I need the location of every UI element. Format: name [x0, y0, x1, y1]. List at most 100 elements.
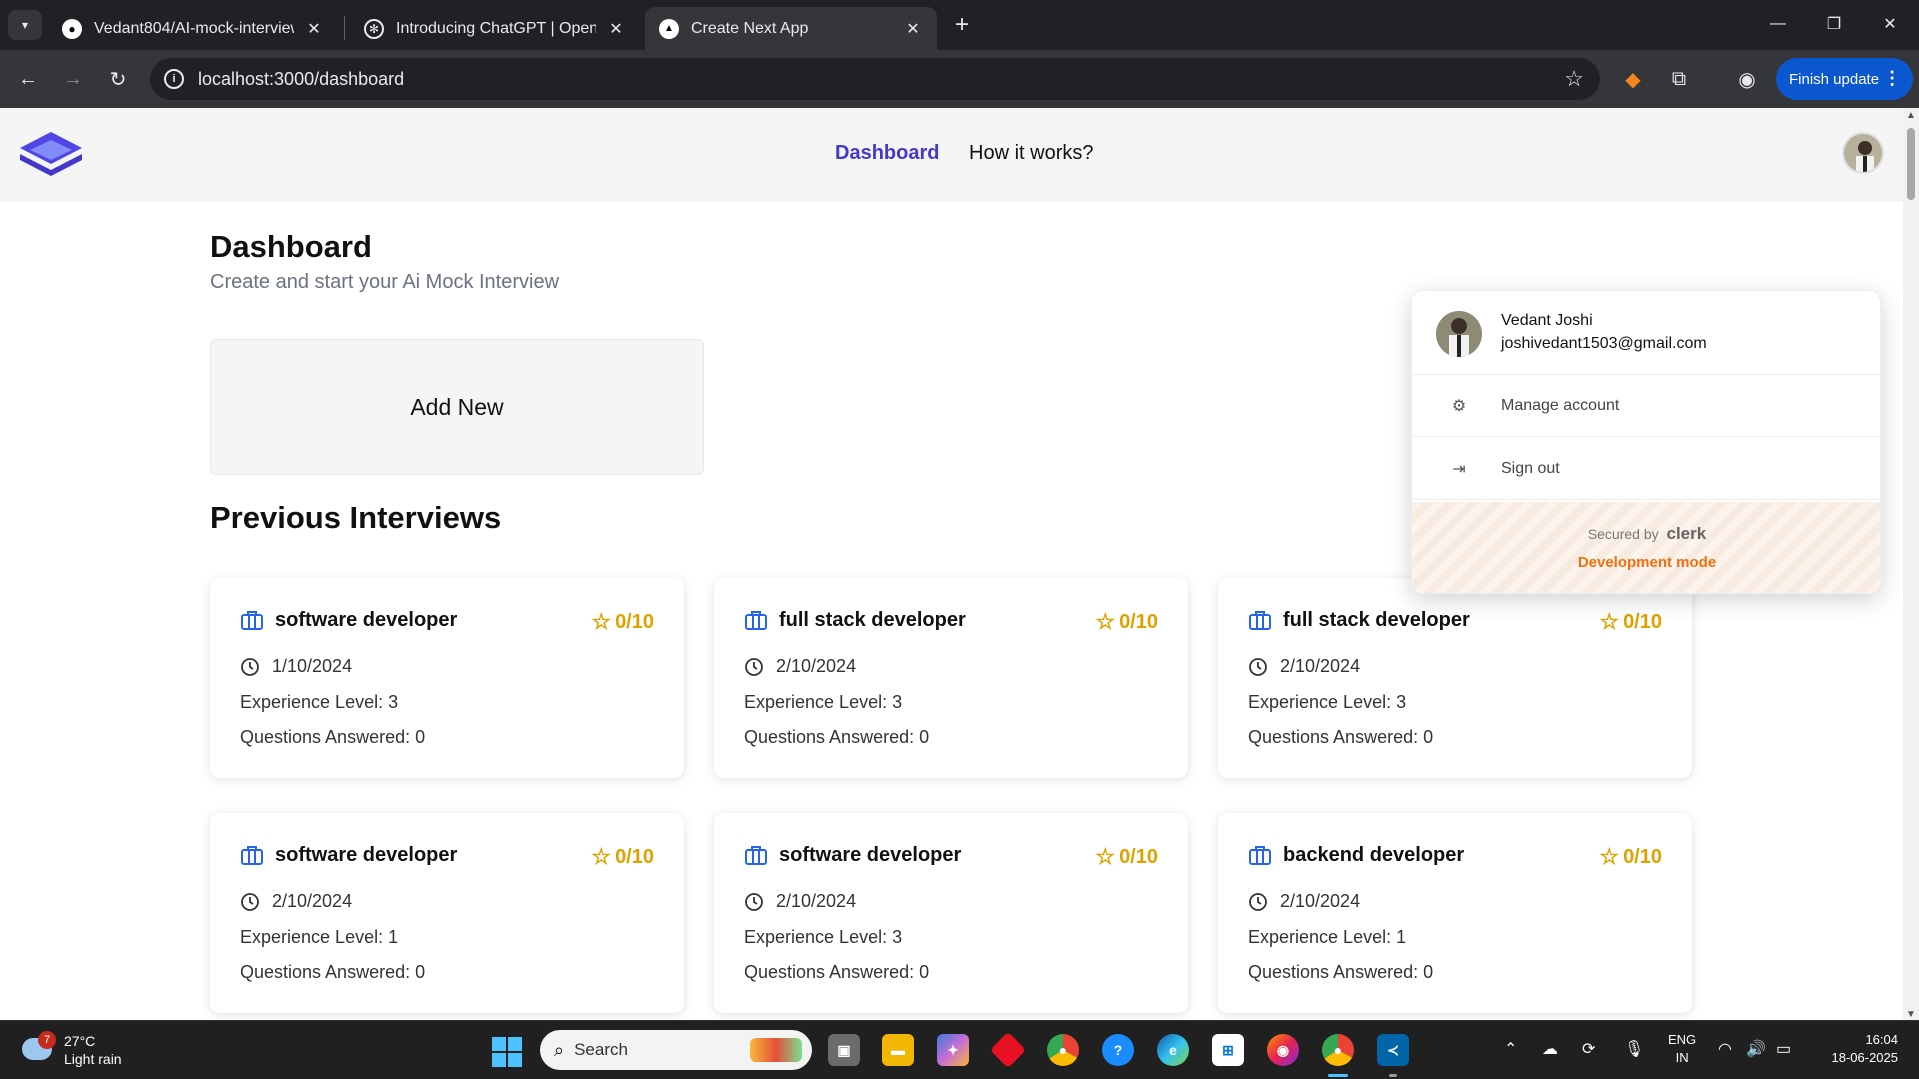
tab-title: Create Next App	[691, 19, 809, 37]
address-bar[interactable]: i localhost:3000/dashboard ☆	[150, 58, 1600, 100]
manage-account-button[interactable]: ⚙ Manage account	[1412, 375, 1880, 437]
help-app-icon[interactable]: ?	[1102, 1034, 1134, 1066]
close-icon[interactable]: ✕	[606, 19, 626, 39]
chevron-up-icon[interactable]: ⌃	[1504, 1039, 1517, 1059]
nav-how-it-works[interactable]: How it works?	[969, 142, 1093, 165]
interview-rating: ☆ 0/10	[1095, 844, 1158, 870]
firefox-icon[interactable]: ◉	[1267, 1034, 1299, 1066]
scrollbar-thumb[interactable]	[1907, 128, 1915, 200]
weather-widget[interactable]: 7 27°C Light rain	[20, 1031, 160, 1071]
page-title: Dashboard	[210, 229, 372, 264]
interview-role: software developer	[275, 608, 458, 631]
star-icon: ☆	[1095, 844, 1116, 869]
rating-value: 0/10	[615, 610, 654, 633]
new-tab-button[interactable]: +	[948, 11, 976, 39]
taskbar-search-box[interactable]: ⌕ Search	[540, 1030, 812, 1070]
nextjs-icon: ▲	[659, 18, 679, 39]
secured-by-label: Secured by	[1587, 526, 1659, 542]
interview-rating: ☆ 0/10	[1599, 609, 1662, 635]
close-icon[interactable]: ✕	[304, 19, 324, 39]
tab-title: Introducing ChatGPT | OpenAI	[396, 19, 596, 37]
briefcase-icon	[745, 846, 767, 865]
clock-icon	[1249, 657, 1267, 676]
user-email: joshivedant1503@gmail.com	[1501, 335, 1707, 352]
sign-out-icon: ⇥	[1452, 460, 1466, 478]
interview-card[interactable]: software developer ☆ 0/10 2/10/2024 Exper…	[210, 813, 684, 1013]
more-vert-icon[interactable]: ⋮	[1883, 68, 1901, 89]
interview-role: full stack developer	[779, 608, 966, 631]
interview-card[interactable]: software developer ☆ 0/10 2/10/2024 Exper…	[714, 813, 1188, 1013]
forward-button[interactable]: →	[58, 64, 88, 94]
page-scrollbar[interactable]: ▲ ▼	[1903, 108, 1919, 1020]
user-avatar-button[interactable]	[1842, 132, 1884, 174]
interview-card[interactable]: software developer ☆ 0/10 1/10/2024 Exper…	[210, 578, 684, 778]
tab-create-next-app[interactable]: ▲ Create Next App ✕	[645, 7, 937, 50]
add-new-interview-button[interactable]: Add New	[210, 339, 704, 475]
gear-icon: ⚙	[1451, 397, 1467, 415]
edge-icon[interactable]: e	[1157, 1034, 1189, 1066]
sign-out-button[interactable]: ⇥ Sign out	[1412, 438, 1880, 500]
clerk-logo[interactable]: clerk	[1667, 524, 1707, 543]
tab-github[interactable]: ● Vedant804/AI-mock-interview-w ✕	[48, 7, 338, 50]
interview-role: full stack developer	[1283, 608, 1470, 631]
briefcase-icon	[745, 611, 767, 630]
scroll-down-icon[interactable]: ▼	[1906, 1009, 1916, 1020]
task-view-icon[interactable]: ▣	[828, 1034, 860, 1066]
rating-value: 0/10	[1623, 845, 1662, 868]
experience-level: Experience Level: 1	[1248, 927, 1407, 947]
system-clock[interactable]: 16:04 18-06-2025	[1818, 1031, 1899, 1067]
close-window-button[interactable]: ✕	[1870, 8, 1910, 40]
language-indicator[interactable]: ENG IN	[1668, 1031, 1696, 1067]
battery-icon[interactable]: ▭	[1776, 1039, 1791, 1059]
page-subtitle: Create and start your Ai Mock Interview	[210, 271, 560, 293]
rating-value: 0/10	[615, 845, 654, 868]
tab-search-button[interactable]: ▾	[8, 10, 42, 40]
interview-role: software developer	[275, 843, 458, 866]
weather-badge: 7	[38, 1031, 56, 1049]
star-icon: ☆	[591, 609, 612, 634]
microphone-icon[interactable]: 🎙	[1624, 1039, 1644, 1059]
user-menu-popover: Vedant Joshi joshivedant1503@gmail.com ⚙…	[1411, 290, 1881, 594]
bookmark-star-icon[interactable]: ☆	[1564, 66, 1584, 92]
questions-answered: Questions Answered: 0	[744, 727, 930, 747]
questions-answered: Questions Answered: 0	[1248, 727, 1434, 747]
interview-card[interactable]: full stack developer ☆ 0/10 2/10/2024 Exp…	[1218, 578, 1692, 778]
sync-icon[interactable]: ⟳	[1582, 1039, 1595, 1059]
wifi-icon[interactable]: ◠	[1718, 1039, 1732, 1059]
profile-icon[interactable]: ◉	[1732, 64, 1762, 94]
development-mode-badge: Development mode	[1577, 554, 1717, 571]
red-diamond-app-icon[interactable]	[989, 1031, 1027, 1069]
chrome-icon[interactable]: ●	[1047, 1034, 1079, 1066]
interview-card[interactable]: full stack developer ☆ 0/10 2/10/2024 Exp…	[714, 578, 1188, 778]
scroll-up-icon[interactable]: ▲	[1906, 110, 1916, 121]
file-explorer-icon[interactable]: ▬	[882, 1034, 914, 1066]
minimize-button[interactable]: —	[1758, 8, 1798, 40]
volume-icon[interactable]: 🔊	[1746, 1039, 1766, 1059]
vscode-icon[interactable]: ≺	[1377, 1034, 1409, 1066]
questions-answered: Questions Answered: 0	[744, 962, 930, 982]
app-logo-icon[interactable]	[18, 130, 84, 180]
windows-start-icon[interactable]	[492, 1037, 522, 1067]
microsoft-store-icon[interactable]: ⊞	[1212, 1034, 1244, 1066]
manage-account-label: Manage account	[1501, 396, 1620, 414]
nav-dashboard[interactable]: Dashboard	[835, 142, 939, 165]
interview-date: 1/10/2024	[272, 656, 353, 676]
onedrive-cloud-icon[interactable]: ☁	[1542, 1039, 1558, 1059]
finish-update-button[interactable]: Finish update ⋮	[1776, 58, 1914, 100]
tab-openai[interactable]: ✻ Introducing ChatGPT | OpenAI ✕	[350, 7, 640, 50]
metamask-extension-icon[interactable]: ◆	[1618, 64, 1648, 94]
clock-icon	[241, 892, 259, 911]
back-button[interactable]: ←	[13, 64, 43, 94]
interview-card[interactable]: backend developer ☆ 0/10 2/10/2024 Experi…	[1218, 813, 1692, 1013]
restore-button[interactable]: ❐	[1814, 8, 1854, 40]
url-text[interactable]: localhost:3000/dashboard	[198, 69, 1564, 90]
interview-date: 2/10/2024	[776, 891, 857, 911]
experience-level: Experience Level: 3	[1248, 692, 1407, 712]
site-info-icon[interactable]: i	[164, 69, 184, 89]
reload-button[interactable]: ↻	[103, 64, 133, 94]
extensions-puzzle-icon[interactable]: ⧉	[1664, 64, 1694, 94]
copilot-icon[interactable]: ✦	[937, 1034, 969, 1066]
chrome-profile-icon[interactable]: ●	[1322, 1034, 1354, 1066]
close-icon[interactable]: ✕	[903, 19, 923, 39]
page-viewport: Dashboard How it works? Dashboard Create…	[0, 108, 1903, 1020]
